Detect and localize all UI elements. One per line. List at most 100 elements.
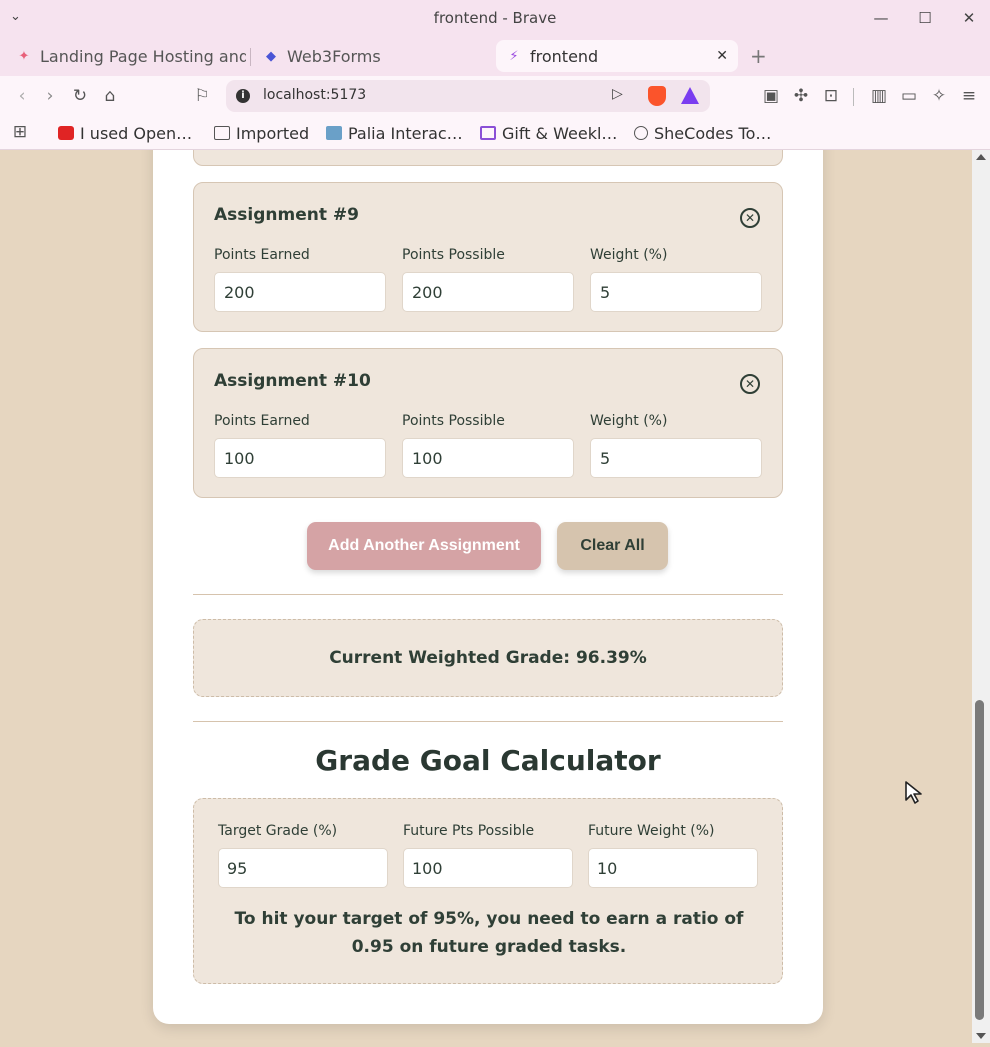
- navigation-bar: ‹ › ↻ ⌂ ⚐ i localhost:5173 ▷ ▣ ✣ ⊡ ▥ ▭ ✧…: [0, 76, 990, 116]
- goal-calculator-title: Grade Goal Calculator: [315, 744, 661, 777]
- target-grade-input[interactable]: 95: [218, 848, 388, 888]
- weight-group: Weight (%) 5: [590, 413, 762, 478]
- assignment-card: Assignment #10 ✕ Points Earned 100 Point…: [193, 348, 783, 498]
- points-earned-group: Points Earned 200: [214, 247, 386, 312]
- bookmark-label: Gift & Weekl…: [502, 123, 618, 143]
- brave-rewards-icon[interactable]: [681, 87, 699, 104]
- goal-calculator-box: Target Grade (%) 95 Future Pts Possible …: [193, 798, 783, 984]
- window-controls: — ☐ ✕: [868, 6, 982, 30]
- folder-icon: [214, 126, 230, 140]
- tab-landing-page[interactable]: ✦ Landing Page Hosting and: [6, 40, 246, 72]
- tab-web3forms[interactable]: ◆ Web3Forms: [253, 40, 493, 72]
- points-earned-input[interactable]: 100: [214, 438, 386, 478]
- bookmark-label: I used Open…: [80, 123, 193, 143]
- bookmarks-bar: ⊞ I used Open… Imported Palia Interac… G…: [0, 116, 990, 150]
- forward-icon[interactable]: ›: [38, 84, 62, 108]
- scroll-down-icon[interactable]: [976, 1033, 986, 1039]
- future-weight-group: Future Weight (%) 10: [588, 823, 758, 888]
- section-divider: [193, 721, 783, 722]
- remove-assignment-icon[interactable]: ✕: [740, 374, 760, 394]
- extensions-icon[interactable]: ✣: [789, 84, 813, 108]
- youtube-icon: [58, 126, 74, 140]
- assignment-title: Assignment #10: [214, 371, 371, 391]
- section-divider: [193, 594, 783, 595]
- sidebar-icon[interactable]: ▥: [867, 84, 891, 108]
- future-points-group: Future Pts Possible 100: [403, 823, 573, 888]
- assignment-card: Assignment #9 ✕ Points Earned 200 Points…: [193, 182, 783, 332]
- remove-assignment-icon[interactable]: ✕: [740, 208, 760, 228]
- close-window-icon[interactable]: ✕: [956, 6, 982, 30]
- target-grade-label: Target Grade (%): [218, 823, 338, 839]
- weight-label: Weight (%): [590, 247, 668, 263]
- site-info-icon[interactable]: i: [236, 89, 250, 103]
- goal-result-message: To hit your target of 95%, you need to e…: [234, 909, 744, 957]
- assignment-title: Assignment #9: [214, 205, 359, 225]
- tab-divider: [250, 48, 251, 66]
- reload-icon[interactable]: ↻: [68, 84, 92, 108]
- points-earned-input[interactable]: 200: [214, 272, 386, 312]
- points-possible-group: Points Possible 200: [402, 247, 574, 312]
- add-assignment-button[interactable]: Add Another Assignment: [307, 522, 541, 570]
- weight-label: Weight (%): [590, 413, 668, 429]
- points-possible-label: Points Possible: [402, 413, 505, 429]
- scroll-up-icon[interactable]: [976, 154, 986, 160]
- page-scrollbar[interactable]: [972, 150, 990, 1043]
- points-possible-label: Points Possible: [402, 247, 505, 263]
- close-tab-icon[interactable]: ✕: [716, 48, 728, 64]
- tab-bar: ✦ Landing Page Hosting and ◆ Web3Forms ⚡…: [0, 36, 990, 76]
- gift-icon: [480, 126, 496, 140]
- scrollbar-thumb[interactable]: [975, 700, 984, 1020]
- bookmark-label: Imported: [236, 123, 310, 143]
- bookmark-item[interactable]: SheCodes To…: [634, 122, 771, 144]
- bookmark-item[interactable]: Palia Interac…: [326, 122, 463, 144]
- sparkle-icon: ✦: [18, 48, 30, 64]
- leo-ai-icon[interactable]: ✧: [927, 84, 951, 108]
- toolbar-divider: [853, 88, 854, 106]
- cube-icon: ◆: [266, 48, 276, 64]
- clear-all-button[interactable]: Clear All: [557, 522, 668, 570]
- future-weight-label: Future Weight (%): [588, 823, 715, 839]
- calculator-card: Assignment #9 ✕ Points Earned 200 Points…: [153, 150, 823, 1024]
- tab-label: frontend: [530, 46, 599, 66]
- bookmark-icon[interactable]: ⚐: [190, 84, 214, 108]
- home-icon[interactable]: ⌂: [98, 84, 122, 108]
- weight-input[interactable]: 5: [590, 272, 762, 312]
- future-weight-input[interactable]: 10: [588, 848, 758, 888]
- lightning-icon: ⚡: [509, 48, 519, 64]
- password-manager-icon[interactable]: ▣: [759, 84, 783, 108]
- window-menu-chevron-icon[interactable]: ⌄: [10, 9, 21, 24]
- future-points-input[interactable]: 100: [403, 848, 573, 888]
- address-bar[interactable]: i localhost:5173 ▷: [226, 80, 710, 112]
- tab-frontend[interactable]: ⚡ frontend ✕: [496, 40, 738, 72]
- back-icon[interactable]: ‹: [10, 84, 34, 108]
- tab-label: Web3Forms: [287, 46, 381, 66]
- address-url[interactable]: localhost:5173: [263, 87, 366, 103]
- bookmark-label: SheCodes To…: [654, 123, 772, 143]
- brave-shield-icon[interactable]: [648, 86, 666, 106]
- new-tab-icon[interactable]: +: [750, 44, 767, 68]
- bookmark-label: Palia Interac…: [348, 123, 463, 143]
- share-icon[interactable]: ▷: [612, 86, 623, 102]
- menu-icon[interactable]: ≡: [957, 84, 981, 108]
- points-possible-input[interactable]: 200: [402, 272, 574, 312]
- points-earned-group: Points Earned 100: [214, 413, 386, 478]
- shecodes-icon: [634, 126, 648, 140]
- bookmark-item[interactable]: I used Open…: [58, 122, 192, 144]
- wallet-icon[interactable]: ▭: [897, 84, 921, 108]
- window-title: frontend - Brave: [433, 9, 557, 27]
- minimize-icon[interactable]: —: [868, 6, 894, 30]
- maximize-icon[interactable]: ☐: [912, 6, 938, 30]
- points-possible-input[interactable]: 100: [402, 438, 574, 478]
- target-grade-group: Target Grade (%) 95: [218, 823, 388, 888]
- points-possible-group: Points Possible 100: [402, 413, 574, 478]
- current-grade-box: Current Weighted Grade: 96.39%: [193, 619, 783, 697]
- weight-group: Weight (%) 5: [590, 247, 762, 312]
- bookmark-folder[interactable]: Imported: [214, 122, 309, 144]
- apps-grid-icon[interactable]: ⊞: [8, 120, 32, 144]
- window-titlebar: ⌄ frontend - Brave — ☐ ✕: [0, 0, 990, 36]
- search-tab-icon[interactable]: ⊡: [819, 84, 843, 108]
- page-viewport: Assignment #9 ✕ Points Earned 200 Points…: [0, 150, 972, 1043]
- weight-input[interactable]: 5: [590, 438, 762, 478]
- points-earned-label: Points Earned: [214, 247, 310, 263]
- bookmark-item[interactable]: Gift & Weekl…: [480, 122, 617, 144]
